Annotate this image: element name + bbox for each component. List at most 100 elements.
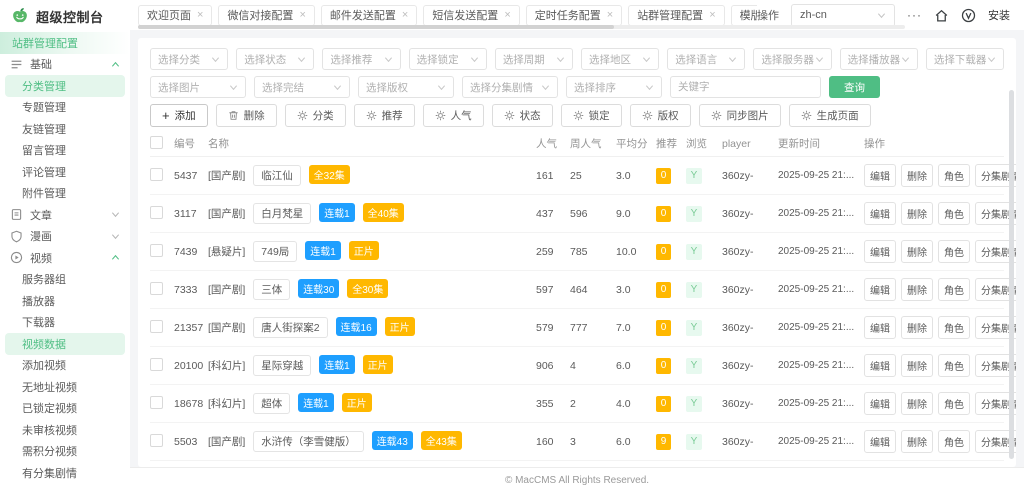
sidebar-item-comic[interactable]: 漫画: [0, 226, 130, 248]
sidebar-item-site-group-config[interactable]: 站群管理配置: [0, 32, 130, 54]
close-icon[interactable]: ×: [402, 9, 408, 21]
tab-scrollbar[interactable]: [138, 25, 905, 29]
edit-button[interactable]: 编辑: [864, 278, 896, 301]
batch-recommend-button[interactable]: 推荐: [353, 104, 415, 127]
browse-badge[interactable]: Y: [686, 319, 702, 336]
close-icon[interactable]: ×: [197, 9, 203, 21]
edit-button[interactable]: 编辑: [864, 354, 896, 377]
edit-button[interactable]: 编辑: [864, 392, 896, 415]
home-icon[interactable]: [934, 8, 949, 23]
edit-button[interactable]: 编辑: [864, 240, 896, 263]
recommend-badge[interactable]: 0: [656, 205, 671, 222]
batch-lock-button[interactable]: 锁定: [560, 104, 622, 127]
search-button[interactable]: 查询: [829, 76, 880, 98]
recommend-badge[interactable]: 0: [656, 395, 671, 412]
delete-row-button[interactable]: 删除: [901, 240, 933, 263]
filter-cycle[interactable]: 选择周期: [494, 48, 574, 70]
app-logo[interactable]: 超级控制台: [0, 0, 130, 32]
add-button[interactable]: + 添加: [150, 104, 208, 127]
delete-row-button[interactable]: 删除: [901, 316, 933, 339]
row-checkbox[interactable]: [150, 319, 163, 333]
batch-hits-button[interactable]: 人气: [422, 104, 484, 127]
video-name-box[interactable]: 超体: [253, 393, 291, 414]
batch-copyright-button[interactable]: 版权: [629, 104, 691, 127]
delete-row-button[interactable]: 删除: [901, 354, 933, 377]
sidebar-item-topic-manage[interactable]: 专题管理: [0, 97, 130, 119]
recommend-badge[interactable]: 9: [656, 433, 671, 450]
browse-badge[interactable]: Y: [686, 281, 702, 298]
filter-downloader[interactable]: 选择下载器: [925, 48, 1005, 70]
close-icon[interactable]: ×: [504, 9, 510, 21]
close-icon[interactable]: ×: [709, 9, 715, 21]
filter-recommend[interactable]: 选择推荐: [322, 48, 401, 70]
generate-page-button[interactable]: 生成页面: [788, 104, 871, 127]
browse-badge[interactable]: Y: [686, 395, 702, 412]
sidebar-item-category-manage[interactable]: 分类管理: [5, 75, 125, 97]
sidebar-item-points-video[interactable]: 需积分视频: [0, 441, 130, 463]
sidebar-item-comment-manage[interactable]: 评论管理: [0, 161, 130, 183]
role-button[interactable]: 角色: [938, 392, 970, 415]
row-checkbox[interactable]: [150, 205, 163, 219]
role-button[interactable]: 角色: [938, 430, 970, 453]
filter-copyright[interactable]: 选择版权: [358, 76, 454, 98]
row-checkbox[interactable]: [150, 281, 163, 295]
browse-badge[interactable]: Y: [686, 243, 702, 260]
edit-button[interactable]: 编辑: [864, 316, 896, 339]
close-icon[interactable]: ×: [607, 9, 613, 21]
tab-mail-config[interactable]: 邮件发送配置 ×: [320, 4, 418, 26]
filter-image[interactable]: 选择图片: [150, 76, 246, 98]
sidebar-item-downloader[interactable]: 下载器: [0, 312, 130, 334]
sidebar-item-unaudited-video[interactable]: 未审核视频: [0, 419, 130, 441]
sidebar-item-no-url-video[interactable]: 无地址视频: [0, 376, 130, 398]
edit-button[interactable]: 编辑: [864, 164, 896, 187]
browse-badge[interactable]: Y: [686, 433, 702, 450]
select-all-checkbox[interactable]: [150, 135, 163, 149]
row-checkbox[interactable]: [150, 243, 163, 257]
delete-row-button[interactable]: 删除: [901, 164, 933, 187]
keyword-input[interactable]: [670, 76, 821, 98]
filter-episode-plot[interactable]: 选择分集剧情: [462, 76, 558, 98]
batch-status-button[interactable]: 状态: [491, 104, 553, 127]
install-button[interactable]: 安装: [988, 7, 1010, 23]
sidebar-item-server-group[interactable]: 服务器组: [0, 269, 130, 291]
tab-cron-config[interactable]: 定时任务配置 ×: [525, 4, 623, 26]
tab-wechat-config[interactable]: 微信对接配置 ×: [218, 4, 315, 26]
sidebar-item-video[interactable]: 视频: [0, 247, 130, 269]
tab-site-group-config[interactable]: 站群管理配置 ×: [628, 4, 725, 26]
sidebar-item-article[interactable]: 文章: [0, 204, 130, 226]
filter-status[interactable]: 选择状态: [236, 48, 315, 70]
recommend-badge[interactable]: 0: [656, 243, 671, 260]
language-select[interactable]: zh-cn: [791, 3, 895, 27]
filter-sort[interactable]: 选择排序: [566, 76, 662, 98]
video-name-box[interactable]: 白月梵星: [253, 203, 312, 224]
sidebar-item-guestbook-manage[interactable]: 留言管理: [0, 140, 130, 162]
filter-server[interactable]: 选择服务器: [753, 48, 832, 70]
edit-button[interactable]: 编辑: [864, 430, 896, 453]
delete-row-button[interactable]: 删除: [901, 430, 933, 453]
role-button[interactable]: 角色: [938, 240, 970, 263]
role-button[interactable]: 角色: [938, 202, 970, 225]
video-name-box[interactable]: 星际穿越: [253, 355, 312, 376]
edit-button[interactable]: 编辑: [864, 202, 896, 225]
filter-player[interactable]: 选择播放器: [839, 48, 918, 70]
delete-row-button[interactable]: 删除: [901, 392, 933, 415]
version-icon[interactable]: [961, 8, 976, 23]
tab-welcome[interactable]: 欢迎页面 ×: [138, 4, 213, 26]
recommend-badge[interactable]: 0: [656, 319, 671, 336]
browse-badge[interactable]: Y: [686, 357, 702, 374]
role-button[interactable]: 角色: [938, 278, 970, 301]
sidebar-item-add-video[interactable]: 添加视频: [0, 355, 130, 377]
video-name-box[interactable]: 三体: [253, 279, 291, 300]
row-checkbox[interactable]: [150, 433, 163, 447]
row-checkbox[interactable]: [150, 395, 163, 409]
tab-sms-config[interactable]: 短信发送配置 ×: [423, 4, 520, 26]
sidebar-item-locked-video[interactable]: 已锁定视频: [0, 398, 130, 420]
video-name-box[interactable]: 749局: [253, 241, 298, 262]
sidebar-item-episode-plot[interactable]: 有分集剧情: [0, 462, 130, 484]
delete-button[interactable]: 删除: [215, 104, 277, 127]
recommend-badge[interactable]: 0: [656, 357, 671, 374]
vertical-scrollbar[interactable]: [1009, 90, 1014, 459]
filter-category[interactable]: 选择分类: [150, 48, 229, 70]
browse-badge[interactable]: Y: [686, 205, 702, 222]
video-name-box[interactable]: 临江仙: [253, 165, 301, 186]
